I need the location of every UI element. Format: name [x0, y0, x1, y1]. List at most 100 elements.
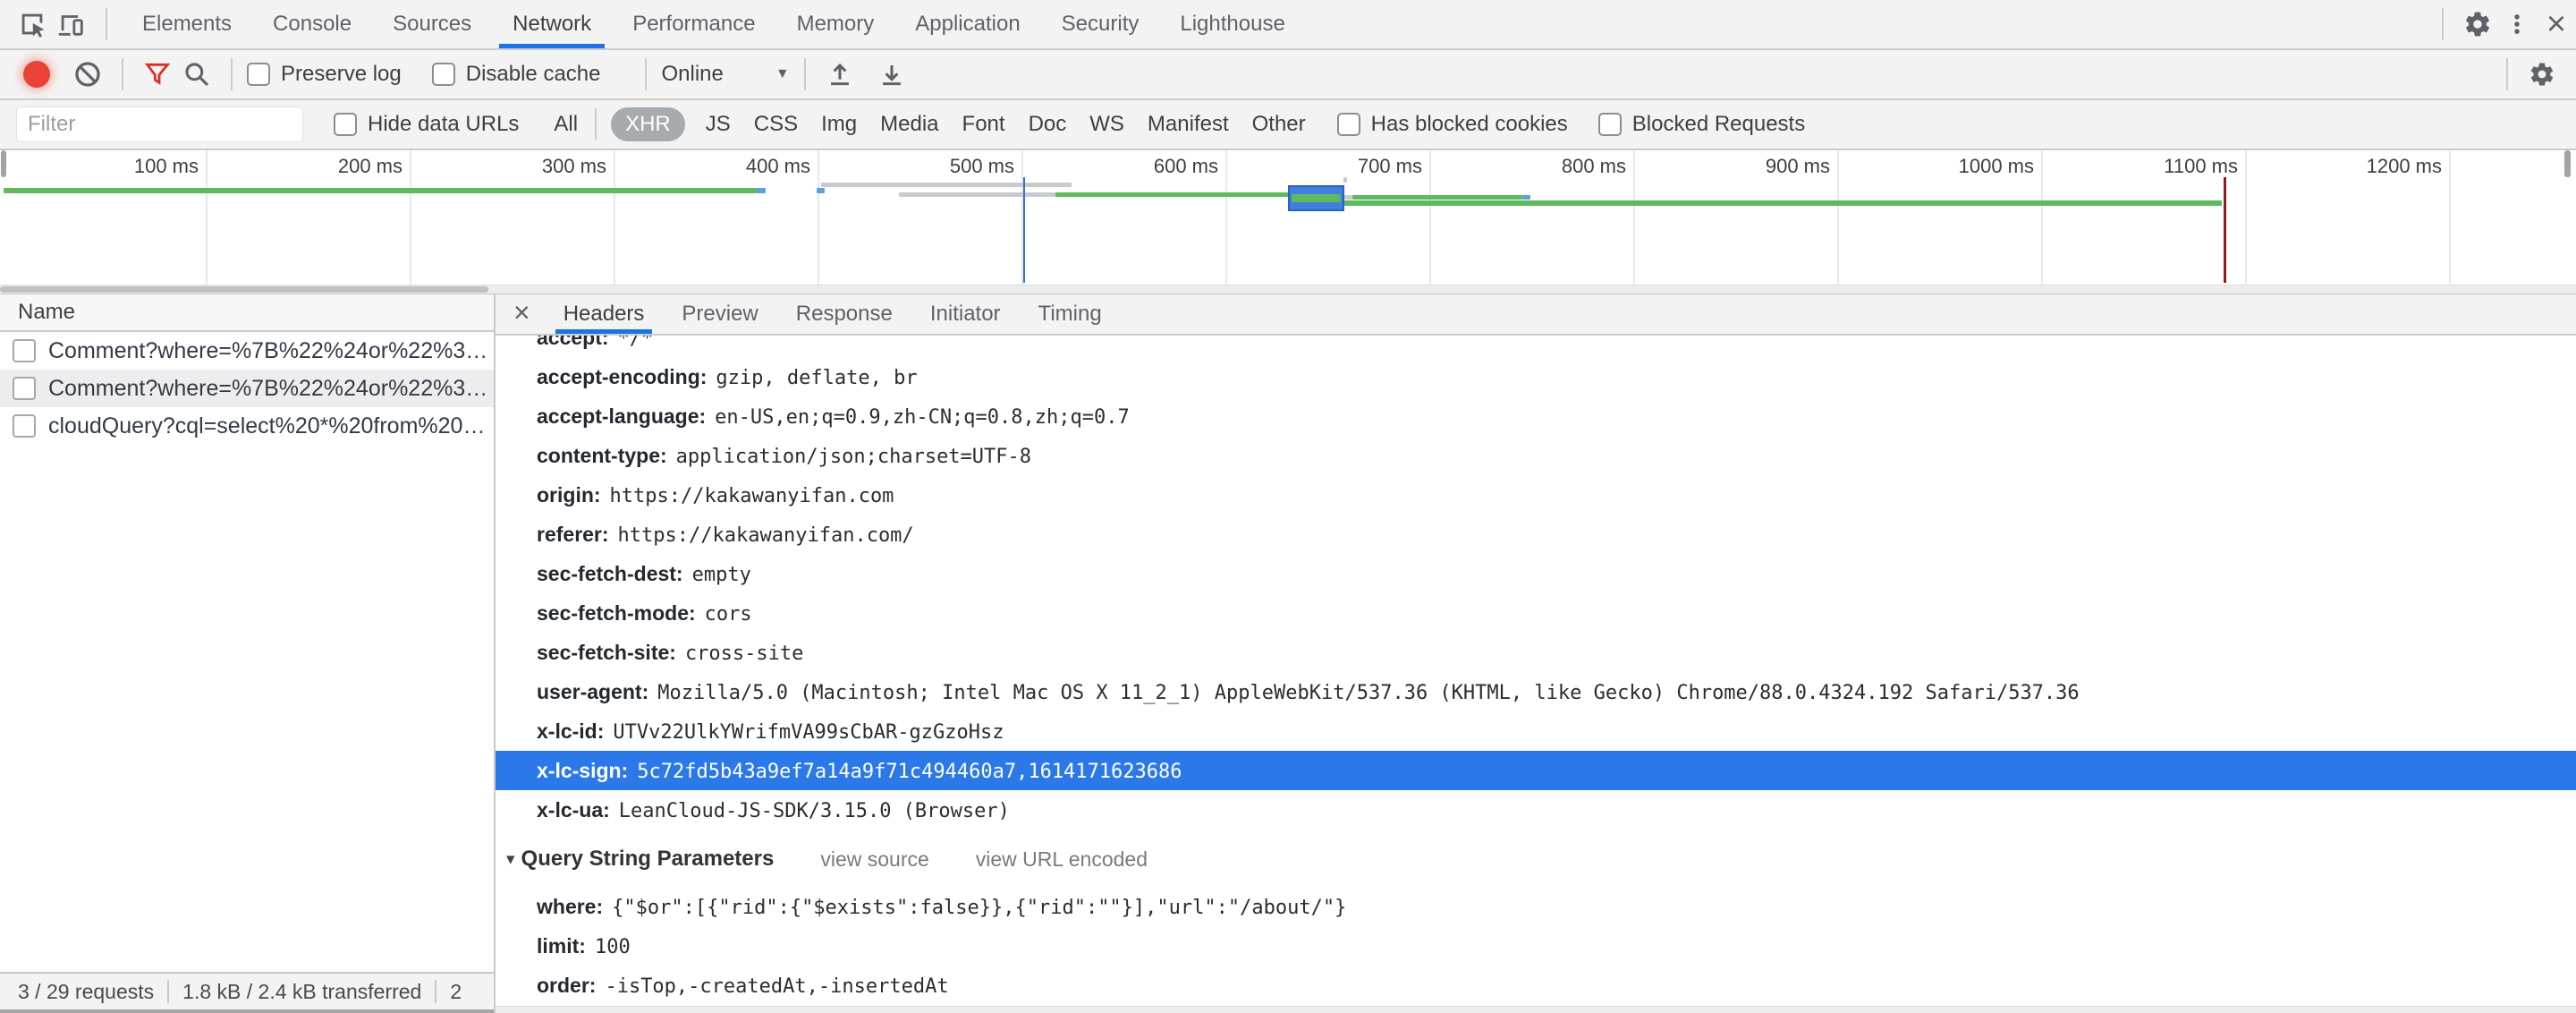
- param-row[interactable]: limit:100: [496, 926, 2576, 966]
- filter-input[interactable]: [16, 106, 303, 142]
- header-row[interactable]: accept:*/*: [496, 336, 2576, 357]
- record-button[interactable]: [23, 61, 50, 88]
- filter-type-xhr[interactable]: XHR: [611, 107, 685, 141]
- network-settings-button[interactable]: [2522, 55, 2562, 94]
- export-har-button[interactable]: [872, 55, 911, 94]
- request-row[interactable]: Comment?where=%7B%22%24or%22%3…: [0, 332, 494, 370]
- filter-type-js[interactable]: JS: [706, 112, 731, 137]
- preserve-log-group: Preserve log: [247, 62, 402, 87]
- filter-type-ws[interactable]: WS: [1089, 112, 1124, 137]
- clear-button[interactable]: [68, 55, 107, 94]
- overview-selection-box[interactable]: [1288, 185, 1344, 211]
- hide-data-urls-checkbox[interactable]: [334, 113, 357, 136]
- divider: [231, 58, 233, 90]
- request-row[interactable]: cloudQuery?cql=select%20*%20from%20…: [0, 407, 494, 445]
- blocked-requests-checkbox[interactable]: [1598, 113, 1622, 136]
- tab-security[interactable]: Security: [1041, 0, 1160, 48]
- request-checkbox[interactable]: [13, 377, 36, 400]
- chevron-down-icon[interactable]: ▼: [775, 66, 790, 82]
- filter-type-font[interactable]: Font: [962, 112, 1005, 137]
- filter-toggle-button[interactable]: [138, 55, 177, 94]
- overview-left-scrollbar-thumb[interactable]: [1, 150, 6, 177]
- tab-elements[interactable]: Elements: [122, 0, 252, 48]
- tab-memory[interactable]: Memory: [776, 0, 895, 48]
- waterfall-bar: [1343, 200, 2222, 206]
- filter-type-css[interactable]: CSS: [754, 112, 798, 137]
- header-row[interactable]: sec-fetch-dest:empty: [496, 554, 2576, 593]
- overview-right-scrollbar-thumb[interactable]: [2564, 150, 2571, 177]
- overview-tick-label: 100 ms: [64, 155, 199, 178]
- param-name: where:: [537, 895, 603, 918]
- hide-data-urls-label[interactable]: Hide data URLs: [368, 112, 519, 137]
- device-toolbar-button[interactable]: [52, 4, 91, 44]
- header-name: x-lc-ua:: [537, 798, 610, 821]
- horizontal-scrollbar-thumb[interactable]: [0, 286, 488, 293]
- disable-cache-label[interactable]: Disable cache: [466, 62, 601, 87]
- inspect-element-button[interactable]: [13, 4, 52, 44]
- header-name: accept-encoding:: [537, 365, 707, 388]
- request-checkbox[interactable]: [13, 414, 36, 438]
- next-section-edge: [496, 1006, 2576, 1013]
- waterfall-bar: [4, 188, 757, 193]
- detail-tab-initiator[interactable]: Initiator: [911, 294, 1020, 334]
- headers-content: accept:*/* accept-encoding:gzip, deflate…: [496, 336, 2576, 1013]
- overview-pane[interactable]: 100 ms200 ms300 ms400 ms500 ms600 ms700 …: [0, 150, 2576, 285]
- has-blocked-cookies-checkbox[interactable]: [1337, 113, 1360, 136]
- header-row[interactable]: sec-fetch-mode:cors: [496, 593, 2576, 633]
- param-row[interactable]: where:{"$or":[{"rid":{"$exists":false}},…: [496, 887, 2576, 926]
- param-row[interactable]: order:-isTop,-createdAt,-insertedAt: [496, 966, 2576, 1005]
- filter-type-other[interactable]: Other: [1252, 112, 1306, 137]
- name-column-header[interactable]: Name: [0, 294, 494, 332]
- import-har-button[interactable]: [820, 55, 860, 94]
- search-button[interactable]: [177, 55, 216, 94]
- header-row[interactable]: x-lc-ua:LeanCloud-JS-SDK/3.15.0 (Browser…: [496, 790, 2576, 830]
- view-url-encoded-link[interactable]: view URL encoded: [976, 847, 1148, 872]
- tab-network[interactable]: Network: [492, 0, 612, 48]
- close-devtools-button[interactable]: ×: [2537, 4, 2576, 44]
- view-source-link[interactable]: view source: [820, 847, 928, 872]
- settings-button[interactable]: [2458, 4, 2497, 44]
- detail-tab-headers[interactable]: Headers: [545, 294, 664, 334]
- request-checkbox[interactable]: [13, 339, 36, 362]
- header-row[interactable]: sec-fetch-site:cross-site: [496, 633, 2576, 672]
- detail-tab-response[interactable]: Response: [777, 294, 911, 334]
- header-row[interactable]: content-type:application/json;charset=UT…: [496, 436, 2576, 475]
- header-value: */*: [618, 336, 654, 350]
- throttling-select[interactable]: Online: [661, 62, 723, 87]
- overview-horizontal-scrollbar[interactable]: [0, 285, 2576, 294]
- request-row[interactable]: Comment?where=%7B%22%24or%22%3…: [0, 370, 494, 407]
- query-string-section-header[interactable]: ▾ Query String Parameters view source vi…: [496, 838, 2576, 880]
- disable-cache-checkbox[interactable]: [432, 63, 455, 86]
- tab-application[interactable]: Application: [894, 0, 1040, 48]
- header-name: sec-fetch-site:: [537, 641, 676, 664]
- close-details-button[interactable]: ×: [513, 296, 530, 329]
- filter-type-manifest[interactable]: Manifest: [1148, 112, 1229, 137]
- blocked-requests-label[interactable]: Blocked Requests: [1632, 112, 1805, 137]
- header-row[interactable]: accept-language:en-US,en;q=0.9,zh-CN;q=0…: [496, 396, 2576, 436]
- tab-sources[interactable]: Sources: [372, 0, 492, 48]
- tab-lighthouse[interactable]: Lighthouse: [1159, 0, 1305, 48]
- header-row[interactable]: accept-encoding:gzip, deflate, br: [496, 357, 2576, 396]
- overview-gridline: [1225, 150, 1227, 285]
- has-blocked-cookies-label[interactable]: Has blocked cookies: [1371, 112, 1568, 137]
- request-headers-list: accept:*/* accept-encoding:gzip, deflate…: [496, 336, 2576, 830]
- filter-type-media[interactable]: Media: [880, 112, 938, 137]
- header-row[interactable]: x-lc-id:UTVv22UlkYWrifmVA99sCbAR-gzGzoHs…: [496, 711, 2576, 751]
- detail-tab-timing[interactable]: Timing: [1020, 294, 1121, 334]
- tab-console[interactable]: Console: [252, 0, 372, 48]
- tab-performance[interactable]: Performance: [612, 0, 775, 48]
- kebab-menu-icon: [2504, 11, 2530, 38]
- filter-type-all[interactable]: All: [554, 112, 578, 137]
- header-row[interactable]: origin:https://kakawanyifan.com: [496, 475, 2576, 515]
- header-row[interactable]: user-agent:Mozilla/5.0 (Macintosh; Intel…: [496, 672, 2576, 711]
- overview-gridline: [2041, 150, 2043, 285]
- divider: [167, 980, 169, 1003]
- preserve-log-label[interactable]: Preserve log: [281, 62, 402, 87]
- preserve-log-checkbox[interactable]: [247, 63, 270, 86]
- filter-type-img[interactable]: Img: [821, 112, 857, 137]
- header-row[interactable]: referer:https://kakawanyifan.com/: [496, 515, 2576, 554]
- filter-type-doc[interactable]: Doc: [1029, 112, 1067, 137]
- detail-tab-preview[interactable]: Preview: [663, 294, 776, 334]
- more-options-button[interactable]: [2497, 4, 2537, 44]
- header-row-highlighted[interactable]: x-lc-sign:5c72fd5b43a9ef7a14a9f71c494460…: [496, 751, 2576, 790]
